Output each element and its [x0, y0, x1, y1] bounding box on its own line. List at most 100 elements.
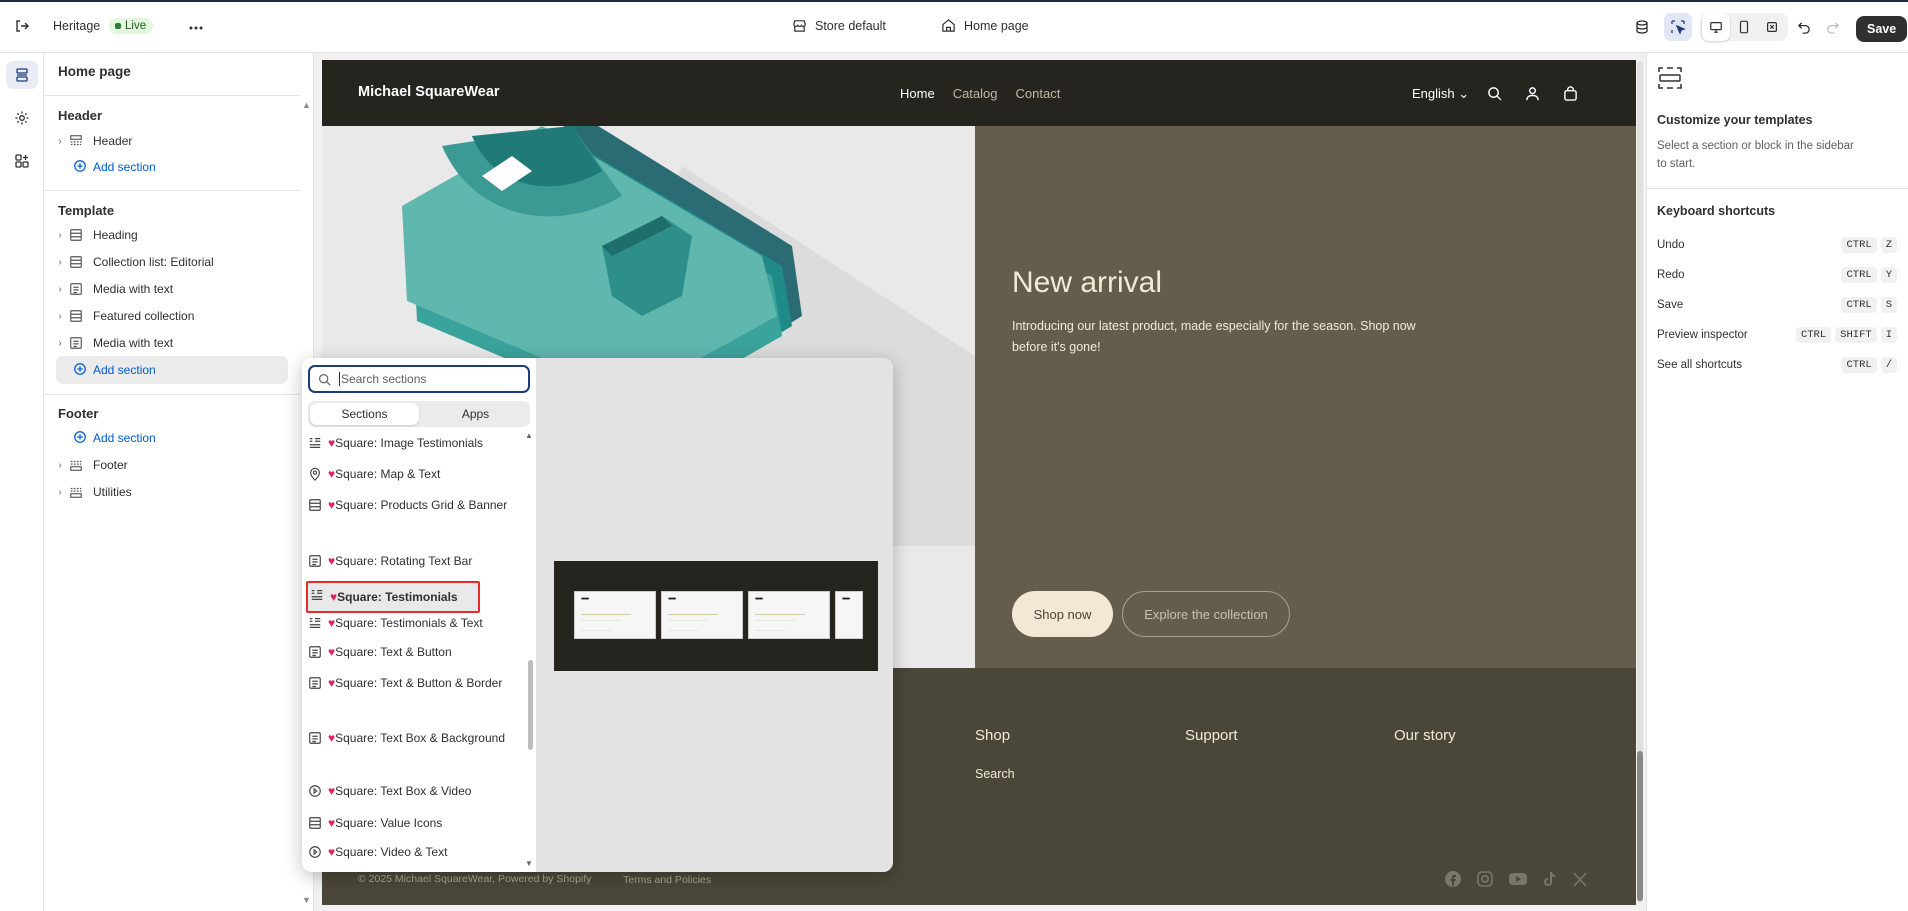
section-option-label: Square: Text & Button — [335, 645, 452, 659]
facebook-icon[interactable] — [1444, 870, 1462, 888]
testimonial-card-preview: ••••• — [574, 591, 656, 639]
fullscreen-icon[interactable] — [1758, 13, 1786, 41]
text-block-icon — [308, 730, 328, 750]
plus-circle-icon — [73, 362, 87, 379]
youtube-icon[interactable] — [1508, 870, 1528, 888]
sidebar-item-heading[interactable]: › Heading — [54, 223, 288, 247]
grid-icon — [308, 497, 328, 517]
canvas-scrollbar[interactable] — [1637, 61, 1643, 903]
live-badge: Live — [109, 18, 154, 34]
account-icon[interactable] — [1525, 86, 1540, 101]
cart-icon[interactable] — [1563, 86, 1578, 101]
x-twitter-icon[interactable] — [1572, 870, 1588, 888]
chevron-right-icon[interactable]: › — [54, 487, 66, 498]
page-selector[interactable]: Home page — [941, 18, 1029, 33]
save-button[interactable]: Save — [1856, 16, 1908, 42]
tab-apps[interactable]: Apps — [421, 401, 530, 427]
chevron-right-icon[interactable]: › — [54, 230, 66, 241]
customize-title: Customize your templates — [1657, 113, 1813, 127]
section-option-text: ♥Square: Video & Text — [328, 844, 447, 864]
section-option-text: ♥Square: Text & Button & Border — [328, 675, 502, 695]
tiktok-icon[interactable] — [1542, 870, 1558, 888]
section-option-text: ♥Square: Products Grid & Banner — [328, 497, 507, 517]
theme-settings-button[interactable] — [6, 104, 38, 132]
terms-link[interactable]: Terms and Policies — [623, 874, 711, 886]
explore-collection-button[interactable]: Explore the collection — [1122, 591, 1290, 637]
app-embeds-nav-button[interactable] — [6, 147, 38, 175]
nav-home-link[interactable]: Home — [900, 86, 935, 101]
chevron-right-icon[interactable]: › — [54, 136, 66, 147]
scroll-down-arrow-icon[interactable]: ▼ — [302, 895, 311, 905]
chevron-right-icon[interactable]: › — [54, 338, 66, 349]
section-option[interactable]: ♥Square: Image Testimonials — [308, 435, 520, 455]
list-scrollbar[interactable] — [528, 660, 533, 750]
inspector-toggle-button[interactable] — [1664, 13, 1692, 41]
sidebar-item-featured-collection[interactable]: › Featured collection — [54, 304, 288, 328]
section-option-text: ♥Square: Text Box & Background — [328, 730, 505, 750]
section-layout-icon — [69, 255, 87, 269]
exit-button[interactable] — [8, 12, 36, 40]
scroll-up-arrow-icon[interactable]: ▲ — [302, 100, 311, 110]
footer-search-link[interactable]: Search — [975, 767, 1015, 781]
store-logo[interactable]: Michael SquareWear — [358, 84, 500, 100]
store-selector[interactable]: Store default — [792, 18, 886, 33]
hero-text: Introducing our latest product, made esp… — [1012, 319, 1416, 354]
chevron-right-icon[interactable]: › — [54, 284, 66, 295]
rating-stars: ••••• — [668, 596, 676, 603]
tab-sections[interactable]: Sections — [310, 403, 419, 425]
desktop-icon[interactable] — [1702, 13, 1730, 41]
add-section-header[interactable]: Add section — [73, 155, 307, 179]
section-option[interactable]: ♥Square: Rotating Text Bar — [308, 553, 520, 573]
undo-button[interactable] — [1790, 13, 1818, 41]
section-option[interactable]: ♥Square: Text & Button — [308, 644, 520, 664]
section-option[interactable]: ♥Square: Testimonials — [306, 581, 480, 613]
theme-name[interactable]: Heritage — [53, 19, 100, 33]
section-option-text: ♥Square: Map & Text — [328, 466, 440, 486]
shop-now-button[interactable]: Shop now — [1012, 591, 1113, 637]
chevron-right-icon[interactable]: › — [54, 257, 66, 268]
shortcut-label: Undo — [1657, 239, 1685, 251]
sidebar-item-media-with-text-2[interactable]: › Media with text — [54, 331, 288, 355]
section-option[interactable]: ♥Square: Video & Text — [308, 844, 520, 864]
sidebar-item-media-with-text[interactable]: › Media with text — [54, 277, 288, 301]
chevron-right-icon[interactable]: › — [54, 460, 66, 471]
section-option[interactable]: ♥Square: Testimonials & Text — [308, 615, 520, 635]
language-selector[interactable]: English ⌄ — [1412, 86, 1469, 102]
section-option[interactable]: ♥Square: Value Icons — [308, 815, 520, 835]
sidebar-item-collection-list[interactable]: › Collection list: Editorial — [54, 250, 288, 274]
sidebar-item-footer[interactable]: › Footer — [54, 453, 288, 477]
list-scroll-down-icon[interactable]: ▼ — [525, 859, 533, 868]
section-option-label: Square: Testimonials — [337, 589, 458, 604]
section-option[interactable]: ♥Square: Map & Text — [308, 466, 520, 486]
sidebar-item-header[interactable]: › Header — [54, 129, 288, 153]
instagram-icon[interactable] — [1476, 870, 1494, 888]
more-actions-button[interactable] — [182, 14, 210, 42]
home-icon — [942, 19, 955, 32]
mobile-icon[interactable] — [1730, 13, 1758, 41]
section-option-text: ♥Square: Testimonials — [330, 589, 458, 606]
app-embeds-button[interactable] — [1628, 13, 1656, 41]
section-option[interactable]: ♥Square: Products Grid & Banner — [308, 497, 520, 517]
add-section-footer[interactable]: Add section — [73, 426, 307, 450]
section-option[interactable]: ♥Square: Text Box & Background — [308, 730, 520, 750]
chevron-right-icon[interactable]: › — [54, 311, 66, 322]
sidebar-item-utilities[interactable]: › Utilities — [54, 480, 288, 504]
sections-nav-button[interactable] — [6, 61, 38, 89]
nav-contact-link[interactable]: Contact — [1016, 86, 1061, 101]
section-option[interactable]: ♥Square: Text & Button & Border — [308, 675, 520, 695]
grid-icon — [308, 815, 328, 835]
shortcut-label: See all shortcuts — [1657, 359, 1743, 371]
picker-tabs: Sections Apps — [308, 401, 530, 427]
nav-catalog-link[interactable]: Catalog — [953, 86, 998, 101]
section-option-text: ♥Square: Image Testimonials — [328, 435, 483, 455]
hero-content: New arrival Introducing our latest produ… — [975, 126, 1636, 668]
redo-button[interactable] — [1818, 13, 1846, 41]
search-icon[interactable] — [1487, 86, 1502, 101]
list-scroll-up-icon[interactable]: ▲ — [525, 431, 533, 440]
hero-title: New arrival — [1012, 266, 1163, 299]
testimonials-icon — [308, 615, 328, 635]
search-sections-input[interactable]: Search sections — [308, 365, 530, 393]
add-section-template[interactable]: Add section — [56, 356, 288, 384]
section-option-label: Square: Map & Text — [335, 467, 441, 481]
section-option[interactable]: ♥Square: Text Box & Video — [308, 783, 520, 803]
